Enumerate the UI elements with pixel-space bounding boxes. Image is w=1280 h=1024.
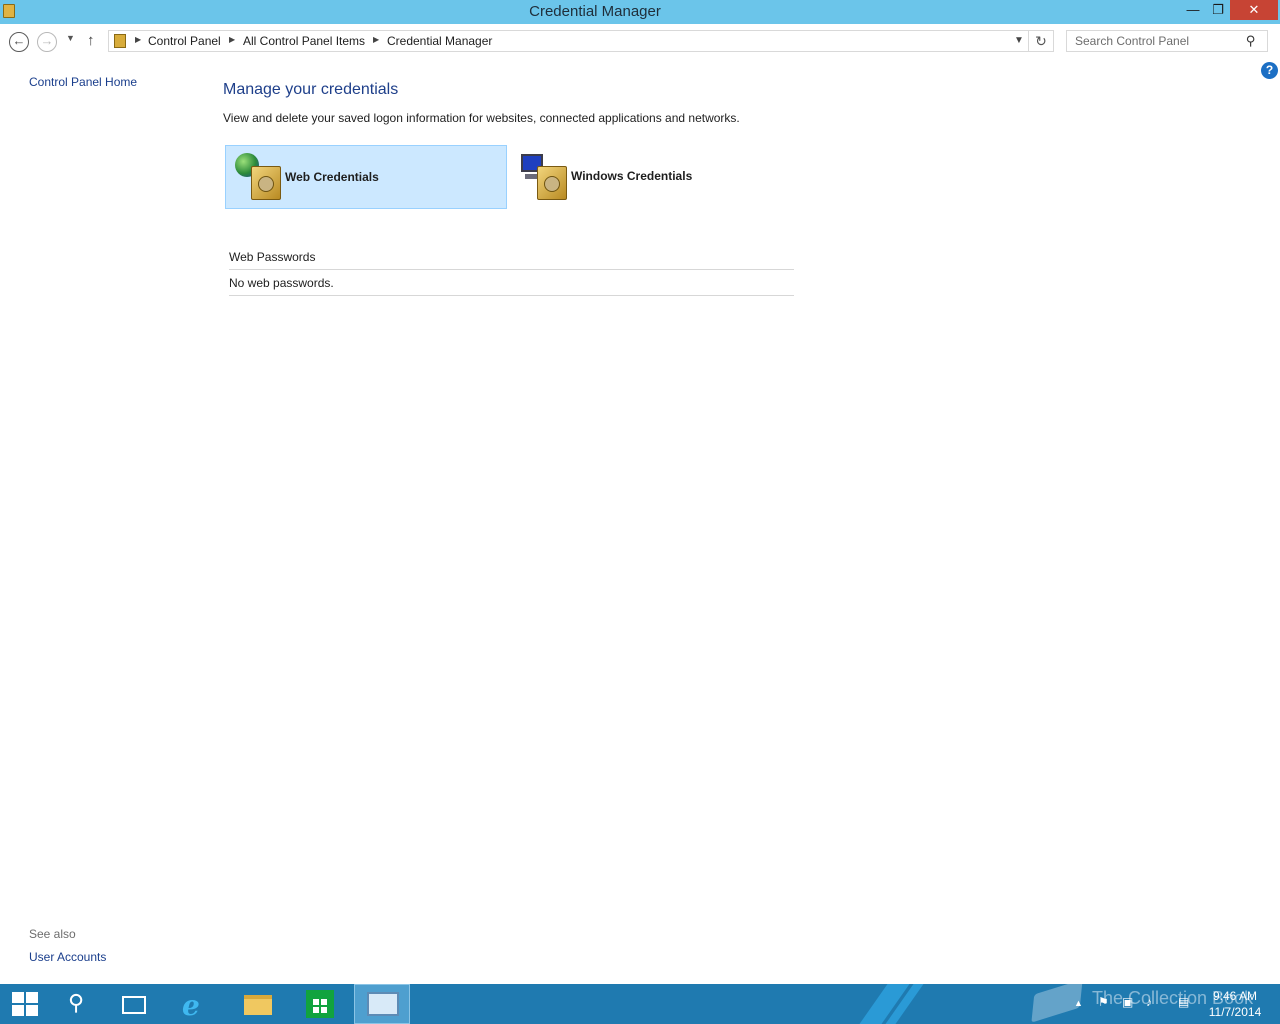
web-passwords-header[interactable]: Web Passwords xyxy=(229,250,315,264)
folder-icon xyxy=(244,995,272,1015)
recent-locations-button[interactable]: ▼ xyxy=(66,33,75,43)
task-view-icon xyxy=(122,996,146,1014)
breadcrumb-chevron-icon[interactable]: ▶ xyxy=(135,35,141,44)
section-divider xyxy=(229,269,794,270)
section-divider xyxy=(229,295,794,296)
search-icon: ⚲ xyxy=(68,990,85,1015)
user-accounts-link[interactable]: User Accounts xyxy=(29,950,106,964)
search-icon[interactable]: ⚲ xyxy=(1246,33,1256,49)
title-bar: Credential Manager — ❐ ✕ xyxy=(0,0,1280,24)
page-description: View and delete your saved logon informa… xyxy=(223,111,740,125)
search-input[interactable] xyxy=(1066,30,1268,52)
task-view-button[interactable] xyxy=(108,984,164,1024)
page-title: Manage your credentials xyxy=(223,81,399,98)
network-icon[interactable]: ▣ xyxy=(1122,995,1133,1009)
address-bar[interactable]: ▶ Control Panel ▶ All Control Panel Item… xyxy=(108,30,1029,52)
taskbar-file-explorer[interactable] xyxy=(230,984,286,1024)
window-title: Credential Manager xyxy=(529,3,661,20)
restore-button[interactable]: ❐ xyxy=(1206,0,1230,20)
windows-credentials-label: Windows Credentials xyxy=(571,169,693,183)
start-button[interactable] xyxy=(0,984,56,1024)
internet-explorer-icon: e xyxy=(182,989,200,1022)
action-center-flag-icon[interactable]: ⚑ xyxy=(1098,995,1109,1009)
breadcrumb-credential-manager[interactable]: Credential Manager xyxy=(387,34,492,48)
store-icon xyxy=(306,990,334,1018)
back-button[interactable]: ← xyxy=(9,32,29,52)
close-button[interactable]: ✕ xyxy=(1230,0,1278,20)
minimize-button[interactable]: — xyxy=(1180,0,1206,20)
refresh-button[interactable]: ↻ xyxy=(1029,30,1054,52)
empty-list-message: No web passwords. xyxy=(229,276,334,290)
system-clock[interactable]: 9:46 AM 11/7/2014 xyxy=(1195,988,1275,1020)
help-icon[interactable]: ? xyxy=(1261,62,1278,79)
control-panel-icon xyxy=(367,992,399,1016)
taskbar-control-panel[interactable] xyxy=(354,984,410,1024)
windows-logo-icon xyxy=(12,992,38,1016)
keyboard-icon[interactable]: ▤ xyxy=(1178,995,1189,1009)
clock-date: 11/7/2014 xyxy=(1208,1005,1262,1019)
clock-time: 9:46 AM xyxy=(1212,989,1258,1003)
navigation-bar: ← → ▼ ↑ ▶ Control Panel ▶ All Control Pa… xyxy=(0,24,1280,58)
breadcrumb-chevron-icon[interactable]: ▶ xyxy=(373,35,379,44)
see-also-label: See also xyxy=(29,927,76,941)
web-credentials-tile[interactable]: Web Credentials xyxy=(225,145,507,209)
windows-credentials-tile[interactable]: Windows Credentials xyxy=(512,145,794,209)
volume-icon[interactable]: ♪ xyxy=(1146,995,1152,1009)
taskbar-search-button[interactable]: ⚲ xyxy=(52,984,108,1024)
control-panel-home-link[interactable]: Control Panel Home xyxy=(29,75,137,89)
breadcrumb-control-panel[interactable]: Control Panel xyxy=(148,34,221,48)
forward-button[interactable]: → xyxy=(37,32,57,52)
up-button[interactable]: ↑ xyxy=(87,32,95,49)
taskbar: ⚲ e The Collection Book ▲ ⚑ ▣ ♪ ▤ 9:46 A… xyxy=(0,984,1280,1024)
show-hidden-icons-icon[interactable]: ▲ xyxy=(1074,998,1083,1008)
address-dropdown-icon[interactable]: ▼ xyxy=(1014,35,1024,46)
taskbar-internet-explorer[interactable]: e xyxy=(168,984,224,1024)
breadcrumb-chevron-icon[interactable]: ▶ xyxy=(229,35,235,44)
web-credentials-label: Web Credentials xyxy=(285,170,379,184)
breadcrumb-all-control-panel-items[interactable]: All Control Panel Items xyxy=(243,34,365,48)
control-panel-icon xyxy=(114,34,126,48)
taskbar-store[interactable] xyxy=(292,984,348,1024)
